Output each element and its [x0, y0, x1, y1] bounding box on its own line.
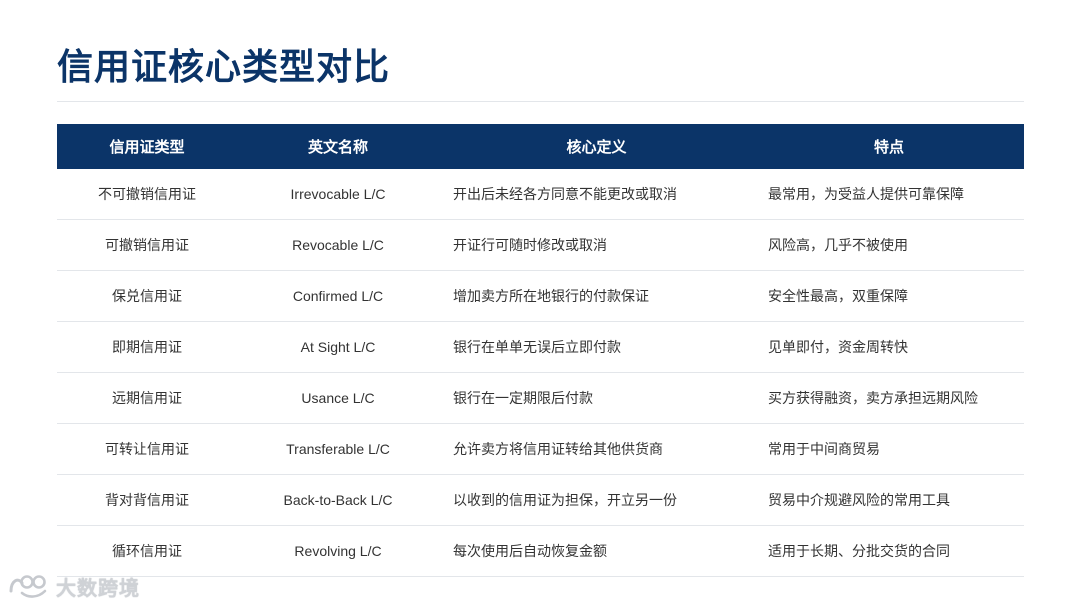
- cell-definition: 每次使用后自动恢复金额: [439, 525, 754, 577]
- header-english-name: 英文名称: [237, 124, 439, 169]
- cell-features: 适用于长期、分批交货的合同: [754, 525, 1024, 577]
- table-row: 可转让信用证 Transferable L/C 允许卖方将信用证转给其他供货商 …: [57, 423, 1024, 475]
- cell-features: 常用于中间商贸易: [754, 423, 1024, 475]
- header-features: 特点: [754, 124, 1024, 169]
- table-row: 循环信用证 Revolving L/C 每次使用后自动恢复金额 适用于长期、分批…: [57, 525, 1024, 577]
- table-header-row: 信用证类型 英文名称 核心定义 特点: [57, 124, 1024, 169]
- page-title: 信用证核心类型对比: [57, 47, 391, 88]
- cell-definition: 增加卖方所在地银行的付款保证: [439, 270, 754, 322]
- table-row: 保兑信用证 Confirmed L/C 增加卖方所在地银行的付款保证 安全性最高…: [57, 270, 1024, 322]
- cell-features: 风险高，几乎不被使用: [754, 219, 1024, 271]
- table-row: 即期信用证 At Sight L/C 银行在单单无误后立即付款 见单即付，资金周…: [57, 321, 1024, 373]
- cell-english-name: Revocable L/C: [237, 219, 439, 271]
- cell-definition: 允许卖方将信用证转给其他供货商: [439, 423, 754, 475]
- cell-definition: 银行在单单无误后立即付款: [439, 321, 754, 373]
- watermark-text: 大数跨境: [56, 575, 140, 600]
- cell-english-name: Revolving L/C: [237, 525, 439, 577]
- cell-definition: 开出后未经各方同意不能更改或取消: [439, 169, 754, 220]
- cell-features: 见单即付，资金周转快: [754, 321, 1024, 373]
- table-row: 背对背信用证 Back-to-Back L/C 以收到的信用证为担保，开立另一份…: [57, 474, 1024, 526]
- watermark-logo-icon: [9, 575, 47, 598]
- cell-type: 背对背信用证: [57, 474, 237, 526]
- cell-features: 买方获得融资，卖方承担远期风险: [754, 372, 1024, 424]
- cell-type: 不可撤销信用证: [57, 169, 237, 220]
- header-definition: 核心定义: [439, 124, 754, 169]
- title-divider: [57, 101, 1024, 102]
- cell-english-name: Usance L/C: [237, 372, 439, 424]
- cell-features: 最常用，为受益人提供可靠保障: [754, 169, 1024, 220]
- header-type: 信用证类型: [57, 124, 237, 169]
- cell-type: 远期信用证: [57, 372, 237, 424]
- cell-type: 即期信用证: [57, 321, 237, 373]
- cell-definition: 开证行可随时修改或取消: [439, 219, 754, 271]
- table-row: 可撤销信用证 Revocable L/C 开证行可随时修改或取消 风险高，几乎不…: [57, 219, 1024, 271]
- lc-comparison-table: 信用证类型 英文名称 核心定义 特点 不可撤销信用证 Irrevocable L…: [57, 124, 1024, 577]
- watermark: 大数跨境: [8, 571, 140, 601]
- cell-features: 贸易中介规避风险的常用工具: [754, 474, 1024, 526]
- cell-definition: 以收到的信用证为担保，开立另一份: [439, 474, 754, 526]
- cell-definition: 银行在一定期限后付款: [439, 372, 754, 424]
- cell-english-name: Transferable L/C: [237, 423, 439, 475]
- cell-features: 安全性最高，双重保障: [754, 270, 1024, 322]
- cell-type: 保兑信用证: [57, 270, 237, 322]
- cell-type: 可转让信用证: [57, 423, 237, 475]
- table-row: 不可撤销信用证 Irrevocable L/C 开出后未经各方同意不能更改或取消…: [57, 169, 1024, 220]
- cell-english-name: At Sight L/C: [237, 321, 439, 373]
- cell-type: 可撤销信用证: [57, 219, 237, 271]
- cell-english-name: Confirmed L/C: [237, 270, 439, 322]
- table-row: 远期信用证 Usance L/C 银行在一定期限后付款 买方获得融资，卖方承担远…: [57, 372, 1024, 424]
- cell-english-name: Irrevocable L/C: [237, 169, 439, 220]
- cell-english-name: Back-to-Back L/C: [237, 474, 439, 526]
- cell-type: 循环信用证: [57, 525, 237, 577]
